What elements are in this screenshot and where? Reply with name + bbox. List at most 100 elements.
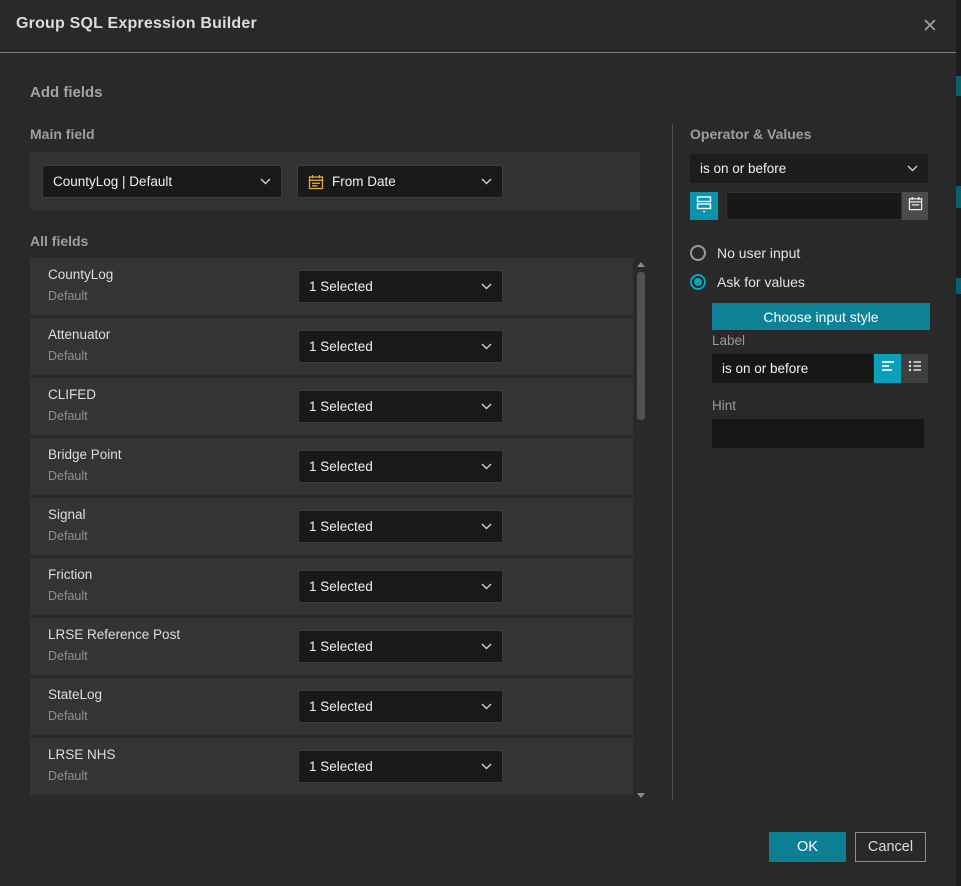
background-accent [956,76,961,96]
field-name: CountyLog [48,267,113,282]
operator-dropdown[interactable]: is on or before [690,154,928,183]
ask-for-values-option[interactable]: Ask for values [690,274,805,290]
group-sql-expression-builder-dialog: Group SQL Expression Builder ✕ Add field… [0,0,961,886]
ask-for-values-label: Ask for values [717,274,805,290]
choose-input-style-button[interactable]: Choose input style [712,303,930,330]
field-selection-dropdown[interactable]: 1 Selected [298,570,503,603]
field-type: Default [48,349,88,363]
field-row-statelog: StateLog Default 1 Selected [30,678,633,735]
field-type: Default [48,409,88,423]
field-selection-dropdown[interactable]: 1 Selected [298,450,503,483]
cancel-button[interactable]: Cancel [855,832,926,862]
close-icon[interactable]: ✕ [918,14,942,38]
field-name: Bridge Point [48,447,122,462]
field-row-signal: Signal Default 1 Selected [30,498,633,555]
radio-selected-icon[interactable] [690,274,706,290]
unique-values-icon [695,194,713,218]
panel-divider [672,124,673,800]
modal-surface: Group SQL Expression Builder ✕ Add field… [0,0,956,886]
single-line-style-toggle[interactable] [874,354,901,383]
add-fields-heading: Add fields [30,84,103,101]
chevron-down-icon [481,523,492,530]
label-field-label: Label [712,333,745,348]
selection-value: 1 Selected [309,759,475,774]
field-row-bridge-point: Bridge Point Default 1 Selected [30,438,633,495]
selection-value: 1 Selected [309,519,475,534]
radio-unselected-icon[interactable] [690,245,706,261]
field-selection-dropdown[interactable]: 1 Selected [298,690,503,723]
titlebar: Group SQL Expression Builder ✕ [0,0,956,52]
main-field-dropdown[interactable]: From Date [297,165,503,198]
field-type: Default [48,289,88,303]
field-name: CLIFED [48,387,96,402]
no-user-input-option[interactable]: No user input [690,245,800,261]
chevron-down-icon [907,165,918,172]
field-type: Default [48,769,88,783]
chevron-down-icon [481,703,492,710]
field-row-lrse-nhs: LRSE NHS Default 1 Selected [30,738,633,795]
field-type: Default [48,649,88,663]
field-selection-dropdown[interactable]: 1 Selected [298,630,503,663]
chevron-down-icon [481,343,492,350]
field-type: Default [48,529,88,543]
hint-field-label: Hint [712,398,736,413]
scrollbar-thumb[interactable] [637,272,645,420]
date-picker-button[interactable] [902,192,928,220]
field-type: Default [48,589,88,603]
selection-value: 1 Selected [309,279,475,294]
selection-value: 1 Selected [309,399,475,414]
value-input[interactable] [726,192,902,220]
field-selection-dropdown[interactable]: 1 Selected [298,510,503,543]
list-style-toggle[interactable] [901,354,928,383]
unique-values-button[interactable] [690,192,718,220]
field-name: LRSE NHS [48,747,116,762]
field-selection-dropdown[interactable]: 1 Selected [298,750,503,783]
hint-input[interactable] [712,419,924,448]
scrollbar-down-arrow-icon[interactable] [637,793,645,798]
background-app-strip [956,0,961,886]
layer-dropdown-value: CountyLog | Default [53,174,254,189]
scrollbar-up-arrow-icon[interactable] [637,262,645,267]
chevron-down-icon [481,403,492,410]
field-row-lrse-reference-post: LRSE Reference Post Default 1 Selected [30,618,633,675]
chevron-down-icon [260,178,271,185]
main-field-heading: Main field [30,126,95,142]
field-type: Default [48,709,88,723]
chevron-down-icon [481,763,492,770]
ok-button[interactable]: OK [769,832,846,862]
selection-value: 1 Selected [309,639,475,654]
chevron-down-icon [481,643,492,650]
title-separator [0,52,956,53]
background-accent [956,186,961,208]
chevron-down-icon [481,178,492,185]
field-row-friction: Friction Default 1 Selected [30,558,633,615]
main-field-dropdown-value: From Date [332,174,475,189]
selection-value: 1 Selected [309,579,475,594]
selection-value: 1 Selected [309,459,475,474]
chevron-down-icon [481,463,492,470]
main-field-box: CountyLog | Default From Date [30,152,640,210]
field-name: Signal [48,507,86,522]
dialog-title: Group SQL Expression Builder [16,15,257,33]
bullet-list-icon [907,358,923,379]
field-selection-dropdown[interactable]: 1 Selected [298,270,503,303]
label-input[interactable] [712,354,873,383]
field-row-clifed: CLIFED Default 1 Selected [30,378,633,435]
background-accent [956,278,961,294]
layer-dropdown[interactable]: CountyLog | Default [42,165,282,198]
field-row-attenuator: Attenuator Default 1 Selected [30,318,633,375]
field-row-countylog: CountyLog Default 1 Selected [30,258,633,315]
selection-value: 1 Selected [309,339,475,354]
calendar-icon [908,196,923,216]
field-type: Default [48,469,88,483]
no-user-input-label: No user input [717,245,800,261]
field-selection-dropdown[interactable]: 1 Selected [298,330,503,363]
calendar-icon [308,174,324,190]
field-selection-dropdown[interactable]: 1 Selected [298,390,503,423]
operator-values-heading: Operator & Values [690,126,811,142]
field-name: Attenuator [48,327,110,342]
operator-dropdown-value: is on or before [700,161,901,176]
chevron-down-icon [481,283,492,290]
field-name: StateLog [48,687,102,702]
all-fields-heading: All fields [30,233,88,249]
